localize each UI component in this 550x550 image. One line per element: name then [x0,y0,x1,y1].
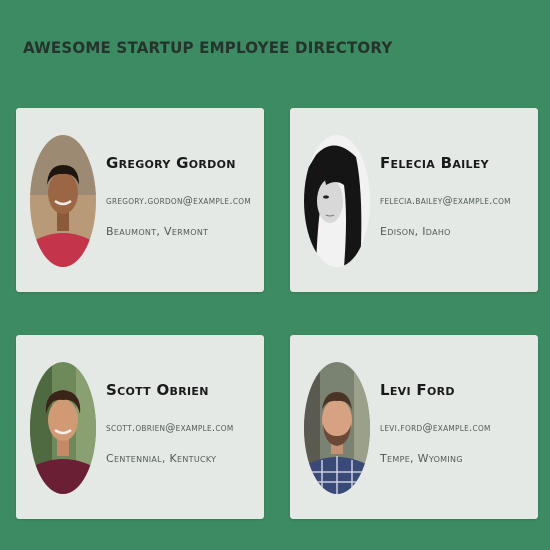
avatar-photo-woman-bw [304,135,370,267]
employee-card[interactable]: Felecia Bailey felecia.bailey@example.co… [290,108,538,292]
employee-name: Felecia Bailey [380,154,489,172]
employee-avatar [30,362,96,494]
employee-avatar [30,135,96,267]
employee-location: Tempe, Wyoming [380,452,463,465]
avatar-photo-man-curly-hair [30,362,96,494]
employee-avatar [304,135,370,267]
employee-email: felecia.bailey@example.com [380,194,511,207]
employee-card[interactable]: Levi Ford levi.ford@example.com Tempe, W… [290,335,538,519]
page-title: Awesome Startup Employee Directory [23,38,393,57]
employee-avatar [304,362,370,494]
employee-location: Beaumont, Vermont [106,225,209,238]
employee-email: scott.obrien@example.com [106,421,234,434]
employee-location: Centennial, Kentucky [106,452,217,465]
employee-name: Levi Ford [380,381,455,399]
employee-card[interactable]: Scott Obrien scott.obrien@example.com Ce… [16,335,264,519]
employee-name: Gregory Gordon [106,154,236,172]
avatar-photo-man-beard-plaid [304,362,370,494]
employee-card[interactable]: Gregory Gordon gregory.gordon@example.co… [16,108,264,292]
employee-email: gregory.gordon@example.com [106,194,251,207]
avatar-photo-man-dark-hair [30,135,96,267]
employee-email: levi.ford@example.com [380,421,491,434]
employee-directory-page: Awesome Startup Employee Directory Grego… [0,0,550,550]
employee-location: Edison, Idaho [380,225,451,238]
employee-name: Scott Obrien [106,381,209,399]
